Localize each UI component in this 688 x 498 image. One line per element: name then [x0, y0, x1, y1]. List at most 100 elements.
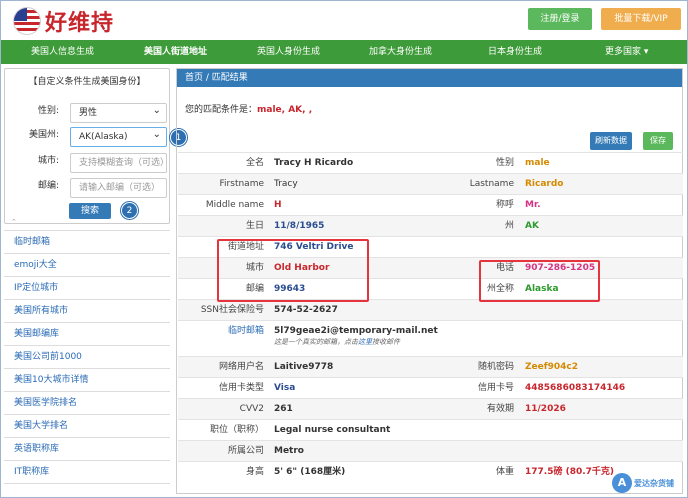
- gender-select[interactable]: 男性: [70, 102, 167, 123]
- city-input[interactable]: 支持模糊查询（可选）: [70, 153, 170, 173]
- link-medical-schools[interactable]: 美国医学院排名: [4, 392, 170, 415]
- gender-value: male: [525, 158, 550, 168]
- state-label: 州: [504, 221, 514, 231]
- nav-item-more-countries[interactable]: 更多国家 ▾: [605, 40, 648, 64]
- height-label: 身高: [245, 467, 264, 477]
- state-select-value: AK(Alaska): [79, 132, 128, 142]
- link-universities[interactable]: 美国大学排名: [4, 415, 170, 438]
- link-top-cities[interactable]: 美国10大城市详情: [4, 369, 170, 392]
- step-2-badge: 2: [121, 202, 138, 219]
- zip-label: 邮编:: [37, 181, 59, 191]
- lastname-label: Lastname: [469, 179, 514, 189]
- link-it-titles[interactable]: IT职称库: [4, 461, 170, 484]
- panel-title: 【自定义条件生成美国身份】: [28, 77, 146, 87]
- us-flag-logo-icon[interactable]: [13, 7, 41, 35]
- email-note-text: 这是一个真实的邮箱，点击: [274, 338, 358, 346]
- site-name[interactable]: 好维持: [45, 5, 114, 37]
- watermark-text: 爱达杂货铺: [634, 479, 674, 488]
- match-conditions-label: 您的匹配条件是：: [185, 105, 258, 115]
- address-highlight-box: [217, 239, 369, 302]
- middlename-value: H: [274, 200, 282, 210]
- middlename-label: Middle name: [205, 200, 264, 210]
- link-top-companies[interactable]: 美国公司前1000: [4, 346, 170, 369]
- nav-item-canada-identity[interactable]: 加拿大身份生成: [369, 40, 432, 64]
- ssn-value: 574-52-2627: [274, 305, 338, 315]
- nav-item-us-address[interactable]: 美国人街道地址: [144, 40, 207, 64]
- table-row: CVV2 261 有效期 11/2026: [178, 398, 683, 419]
- link-ip-location[interactable]: IP定位城市: [4, 277, 170, 300]
- site-header: 好维持 注册/登录 批量下载/VIP: [1, 1, 687, 39]
- job-value: Legal nurse consultant: [274, 425, 391, 435]
- match-conditions: 您的匹配条件是：male, AK, ,: [185, 100, 312, 121]
- city-label: 城市:: [37, 156, 59, 166]
- custom-filter-panel: 【自定义条件生成美国身份】 性别: 男性 美国州: AK(Alaska) 城市:…: [4, 68, 170, 226]
- nav-item-uk-identity[interactable]: 英国人身份生成: [257, 40, 320, 64]
- login-button[interactable]: 注册/登录: [528, 8, 592, 30]
- weight-label: 体重: [495, 467, 514, 477]
- table-row: Firstname Tracy Lastname Ricardo: [178, 173, 683, 194]
- link-us-cities[interactable]: 美国所有城市: [4, 300, 170, 323]
- company-label: 所属公司: [227, 446, 264, 456]
- link-emoji[interactable]: emoji大全: [4, 254, 170, 277]
- link-english-titles[interactable]: 英语职称库: [4, 438, 170, 461]
- vip-download-button[interactable]: 批量下载/VIP: [601, 8, 681, 30]
- email-note-suffix: 接收邮件: [372, 338, 400, 346]
- lastname-value: Ricardo: [525, 179, 564, 189]
- weight-value: 177.5磅 (80.7千克): [525, 467, 615, 477]
- username-value: Laitive9778: [274, 362, 334, 372]
- link-temp-email[interactable]: 临时邮箱: [4, 231, 170, 254]
- save-button[interactable]: 保存: [643, 132, 673, 150]
- table-row: 生日 11/8/1965 州 AK: [178, 215, 683, 236]
- birthday-value: 11/8/1965: [274, 221, 325, 231]
- table-row: 全名 Tracy H Ricardo 性别 male: [178, 152, 683, 173]
- sidebar: 【自定义条件生成美国身份】 性别: 男性 美国州: AK(Alaska) 城市:…: [4, 68, 187, 494]
- result-panel: 首页 / 匹配结果 您的匹配条件是：male, AK, , 刷新数据 保存 全名…: [176, 68, 683, 494]
- link-us-zipcodes[interactable]: 美国邮编库: [4, 323, 170, 346]
- company-value: Metro: [274, 446, 304, 456]
- table-row: SSN社会保险号 574-52-2627: [178, 299, 683, 320]
- zip-input[interactable]: 请输入邮编（可选）: [70, 178, 167, 198]
- state-label: 美国州:: [28, 130, 59, 140]
- refresh-data-button[interactable]: 刷新数据: [590, 132, 632, 150]
- gender-label: 性别: [495, 158, 514, 168]
- nav-item-japan-identity[interactable]: 日本身份生成: [488, 40, 542, 64]
- nav-item-us-identity[interactable]: 美国人信息生成: [31, 40, 94, 64]
- state-value: AK: [525, 221, 539, 231]
- gender-select-value: 男性: [79, 108, 98, 118]
- fullname-label: 全名: [245, 158, 264, 168]
- main-nav: 美国人信息生成 美国人街道地址 英国人身份生成 加拿大身份生成 日本身份生成 更…: [1, 40, 687, 64]
- table-row: Middle name H 称呼 Mr.: [178, 194, 683, 215]
- cvv-value: 261: [274, 404, 293, 414]
- breadcrumb[interactable]: 首页 / 匹配结果: [177, 69, 682, 87]
- title-label: 称呼: [495, 200, 514, 210]
- city-input-placeholder: 支持模糊查询（可选）: [79, 158, 170, 168]
- email-note-link[interactable]: 这里: [358, 338, 372, 346]
- table-row: 职位（职称） Legal nurse consultant: [178, 419, 683, 440]
- cardtype-value: Visa: [274, 383, 296, 393]
- table-row: 临时邮箱 5l79geae2i@temporary-mail.net 这是一个真…: [178, 320, 683, 351]
- title-value: Mr.: [525, 200, 541, 210]
- table-row: 网络用户名 Laitive9778 随机密码 Zeef904c2: [178, 356, 683, 377]
- phone-highlight-box: [479, 260, 600, 302]
- cardnum-label: 信用卡号: [477, 383, 514, 393]
- gender-label: 性别:: [37, 106, 59, 116]
- cvv-label: CVV2: [239, 404, 264, 414]
- state-select[interactable]: AK(Alaska): [70, 126, 167, 147]
- job-label: 职位（职称）: [209, 425, 264, 435]
- collapse-caret-icon: ⌃: [11, 218, 17, 226]
- username-label: 网络用户名: [218, 362, 264, 372]
- match-conditions-value: male, AK, ,: [257, 105, 313, 115]
- fullname-value: Tracy H Ricardo: [274, 158, 354, 168]
- watermark: A 爱达杂货铺: [612, 472, 686, 494]
- temp-email-label[interactable]: 临时邮箱: [178, 321, 264, 342]
- search-button[interactable]: 搜索: [69, 203, 111, 219]
- password-value: Zeef904c2: [525, 362, 579, 372]
- birthday-label: 生日: [245, 221, 264, 231]
- height-value: 5' 6" (168厘米): [274, 467, 346, 477]
- expiry-label: 有效期: [486, 404, 514, 414]
- zip-input-placeholder: 请输入邮编（可选）: [79, 183, 161, 193]
- cardnum-value: 4485686083174146: [525, 383, 626, 393]
- firstname-value: Tracy: [274, 179, 298, 189]
- table-row: 信用卡类型 Visa 信用卡号 4485686083174146: [178, 377, 683, 398]
- password-label: 随机密码: [477, 362, 514, 372]
